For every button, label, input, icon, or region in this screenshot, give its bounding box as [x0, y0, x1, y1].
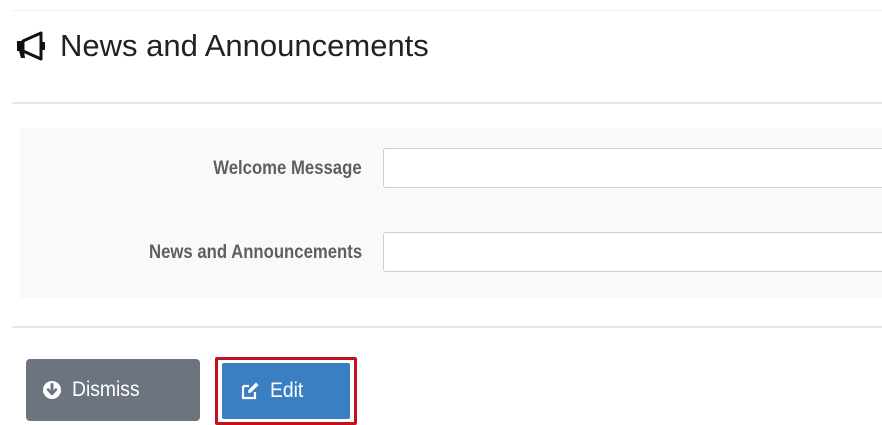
bullhorn-icon — [14, 31, 48, 61]
form-row-welcome-message: Welcome Message — [20, 148, 882, 192]
edit-button[interactable]: Edit — [222, 363, 350, 419]
welcome-message-label: Welcome Message — [213, 158, 362, 179]
dismiss-button[interactable]: Dismiss — [26, 359, 200, 421]
news-and-announcements-textarea[interactable] — [383, 232, 882, 272]
dismiss-button-label: Dismiss — [72, 378, 140, 401]
panel-header: News and Announcements — [14, 18, 429, 74]
edit-button-label: Edit — [270, 379, 304, 402]
arrow-circle-down-icon — [42, 380, 62, 400]
page-title: News and Announcements — [60, 28, 429, 63]
news-and-announcements-label: News and Announcements — [148, 242, 362, 263]
form-row-news-and-announcements: News and Announcements — [20, 232, 882, 276]
form-footer-divider — [12, 326, 882, 328]
panel-top-border — [12, 10, 882, 11]
announcements-panel: News and Announcements Welcome Message N… — [0, 0, 882, 425]
announcement-form: Welcome Message News and Announcements — [20, 128, 882, 298]
header-divider — [12, 102, 882, 104]
welcome-message-textarea[interactable] — [383, 148, 882, 188]
edit-square-icon — [240, 381, 260, 401]
edit-button-highlight: Edit — [215, 357, 357, 425]
